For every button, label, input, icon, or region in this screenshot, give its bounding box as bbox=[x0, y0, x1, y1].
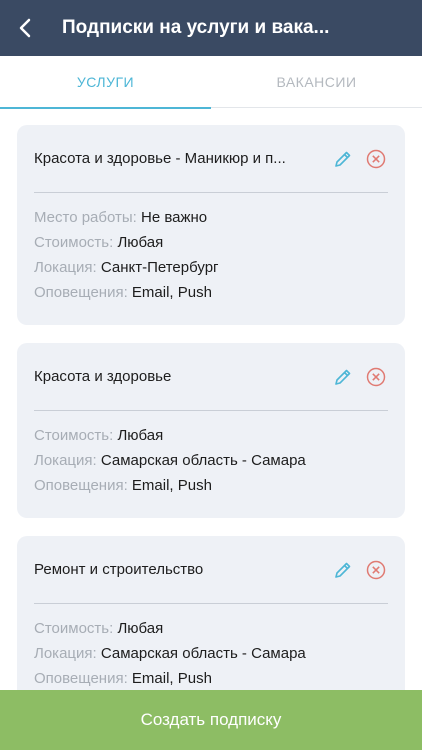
field-value: Любая bbox=[117, 620, 164, 637]
page-title: Подписки на услуги и вака... bbox=[62, 17, 330, 38]
detail-row: Стоимость: Любая bbox=[34, 423, 306, 448]
field-value: Любая bbox=[117, 427, 164, 444]
field-label: Стоимость: bbox=[34, 234, 114, 251]
edit-button[interactable] bbox=[330, 145, 355, 173]
subscription-title: Красота и здоровье - Маникюр и п... bbox=[34, 150, 286, 167]
back-button[interactable] bbox=[0, 0, 50, 56]
field-label: Локация: bbox=[34, 645, 97, 662]
detail-row: Оповещения: Email, Push bbox=[34, 280, 219, 305]
create-subscription-label: Создать подписку bbox=[140, 710, 282, 729]
field-label: Стоимость: bbox=[34, 427, 114, 444]
field-value: Любая bbox=[117, 234, 164, 251]
field-label: Место работы: bbox=[34, 209, 137, 226]
field-value: Email, Push bbox=[131, 670, 212, 687]
delete-button[interactable] bbox=[363, 556, 388, 584]
detail-row: Стоимость: Любая bbox=[34, 230, 219, 255]
field-value: Email, Push bbox=[131, 477, 212, 494]
subscription-title: Красота и здоровье bbox=[34, 368, 172, 385]
detail-row: Локация: Санкт-Петербург bbox=[34, 255, 219, 280]
field-label: Локация: bbox=[34, 452, 97, 469]
field-value: Самарская область - Самара bbox=[100, 452, 306, 469]
card-header: Красота и здоровье bbox=[34, 343, 388, 411]
pencil-icon bbox=[334, 151, 350, 167]
field-label: Стоимость: bbox=[34, 620, 114, 637]
field-value: Email, Push bbox=[131, 284, 212, 301]
create-subscription-button[interactable]: Создать подписку bbox=[0, 690, 422, 750]
detail-row: Стоимость: Любая bbox=[34, 616, 306, 641]
pencil-icon bbox=[334, 562, 350, 578]
subscription-details: Стоимость: Любая Локация: Самарская обла… bbox=[34, 423, 306, 498]
close-circle-icon bbox=[366, 149, 385, 168]
close-circle-icon bbox=[366, 560, 385, 579]
field-value: Не важно bbox=[141, 209, 208, 226]
chevron-left-icon bbox=[19, 18, 31, 38]
subscription-details: Стоимость: Любая Локация: Самарская обла… bbox=[34, 616, 306, 690]
field-value: Санкт-Петербург bbox=[100, 259, 219, 276]
tab-services[interactable]: УСЛУГИ bbox=[0, 56, 211, 109]
delete-button[interactable] bbox=[363, 145, 388, 173]
field-label: Оповещения: bbox=[34, 670, 128, 687]
subscription-card: Красота и здоровье - Маникюр и п... Мест… bbox=[17, 125, 405, 325]
close-circle-icon bbox=[366, 367, 385, 386]
field-label: Локация: bbox=[34, 259, 97, 276]
app-header: Подписки на услуги и вака... bbox=[0, 0, 422, 56]
field-label: Оповещения: bbox=[34, 284, 128, 301]
card-header: Красота и здоровье - Маникюр и п... bbox=[34, 125, 388, 193]
detail-row: Место работы: Не важно bbox=[34, 205, 219, 230]
edit-button[interactable] bbox=[330, 556, 355, 584]
field-value: Самарская область - Самара bbox=[100, 645, 306, 662]
card-header: Ремонт и строительство bbox=[34, 536, 388, 604]
subscription-details: Место работы: Не важно Стоимость: Любая … bbox=[34, 205, 219, 305]
detail-row: Оповещения: Email, Push bbox=[34, 473, 306, 498]
edit-button[interactable] bbox=[330, 363, 355, 391]
detail-row: Локация: Самарская область - Самара bbox=[34, 448, 306, 473]
subscription-list[interactable]: Красота и здоровье - Маникюр и п... Мест… bbox=[0, 108, 422, 690]
subscription-card: Красота и здоровье Стоимость: Любая Лока… bbox=[17, 343, 405, 518]
field-label: Оповещения: bbox=[34, 477, 128, 494]
detail-row: Локация: Самарская область - Самара bbox=[34, 641, 306, 666]
subscription-card: Ремонт и строительство Стоимость: Любая … bbox=[17, 536, 405, 690]
detail-row: Оповещения: Email, Push bbox=[34, 666, 306, 690]
tab-bar: УСЛУГИ ВАКАНСИИ bbox=[0, 56, 422, 109]
pencil-icon bbox=[334, 369, 350, 385]
subscription-title: Ремонт и строительство bbox=[34, 561, 204, 578]
delete-button[interactable] bbox=[363, 363, 388, 391]
tab-vacancies[interactable]: ВАКАНСИИ bbox=[211, 56, 422, 108]
